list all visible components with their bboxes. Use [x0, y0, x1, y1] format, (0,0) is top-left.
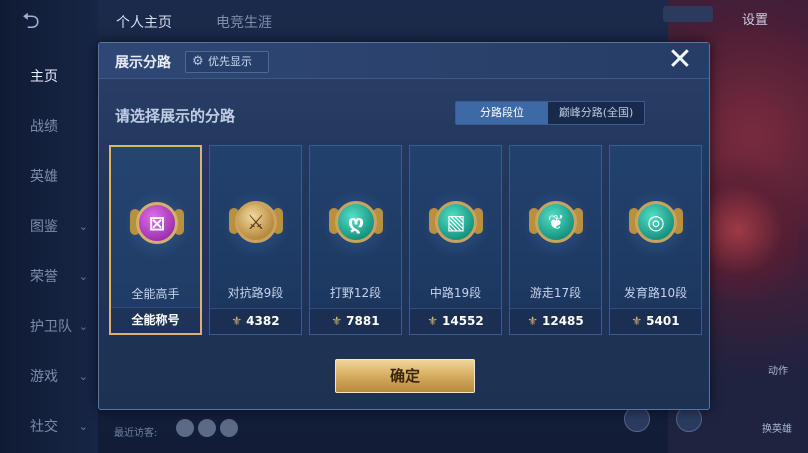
gear-icon: ⚙: [192, 54, 204, 69]
chevron-down-icon: ⌄: [78, 320, 88, 333]
lane-card-4[interactable]: ❦ 游走17段 ⚜ 12485: [509, 145, 602, 335]
lane-card-name: 游走17段: [529, 286, 582, 300]
lane-card-footer-text: 全能称号: [131, 313, 180, 327]
lane-card-footer: 全能称号: [111, 307, 200, 333]
lane-badge-icon: ❦: [535, 201, 577, 243]
lane-card-footer-text: 14552: [442, 314, 484, 328]
score-icon: ⚜: [331, 314, 343, 328]
chevron-down-icon: ⌄: [78, 270, 88, 283]
score-icon: ⚜: [231, 314, 243, 328]
lane-badge-icon: ▧: [435, 201, 477, 243]
close-icon[interactable]: ✕: [665, 45, 695, 75]
lane-card-2[interactable]: ღ 打野12段 ⚜ 7881: [309, 145, 402, 335]
confirm-button[interactable]: 确定: [335, 359, 475, 393]
lane-card-name: 中路19段: [429, 286, 482, 300]
back-arrow-icon[interactable]: ⮌: [22, 10, 70, 34]
left-navigation: ⮌ 主页战绩英雄图鉴 ⌄ 荣誉 ⌄ 护卫队 ⌄ 游戏 ⌄ 社交 ⌄: [0, 0, 98, 453]
top-status-bar: [663, 6, 713, 22]
sidebar-item-label: 荣誉: [30, 269, 58, 285]
sidebar-item-label: 英雄: [30, 169, 58, 185]
lane-card-1[interactable]: ⚔ 对抗路9段 ⚜ 4382: [209, 145, 302, 335]
lane-card-3[interactable]: ▧ 中路19段 ⚜ 14552: [409, 145, 502, 335]
lane-glyph-icon: ⊠: [148, 211, 166, 235]
chevron-down-icon: ⌄: [78, 220, 88, 233]
sidebar-item-label: 社交: [30, 419, 58, 435]
lane-card-name: 发育路10段: [623, 286, 688, 300]
score-icon: ⚜: [631, 314, 643, 328]
sidebar-item-5[interactable]: 护卫队 ⌄: [0, 312, 98, 342]
sidebar-item-1[interactable]: 战绩: [0, 112, 98, 142]
lane-card-name: 全能高手: [131, 287, 180, 301]
avatar[interactable]: [220, 419, 238, 437]
tab-esports-career[interactable]: 电竞生涯: [216, 12, 272, 32]
sidebar-item-4[interactable]: 荣誉 ⌄: [0, 262, 98, 292]
lane-badge-icon: ⊠: [136, 202, 178, 244]
action-label[interactable]: 动作: [768, 362, 788, 377]
lane-badge-icon: ღ: [335, 201, 377, 243]
modal-header: 展示分路 ⚙ 优先显示 ✕: [99, 43, 709, 79]
lane-card-footer-text: 12485: [542, 314, 584, 328]
chevron-down-icon: ⌄: [78, 370, 88, 383]
score-icon: ⚜: [427, 314, 438, 328]
lane-card-footer: ⚜ 4382: [210, 308, 301, 334]
sidebar-item-label: 图鉴: [30, 219, 58, 235]
lane-card-0[interactable]: ⊠ 全能高手全能称号: [109, 145, 202, 335]
lane-glyph-icon: ❦: [547, 210, 565, 234]
recent-visitors-label: 最近访客:: [114, 428, 158, 439]
sidebar-item-6[interactable]: 游戏 ⌄: [0, 362, 98, 392]
lane-card-footer-text: 4382: [246, 314, 280, 328]
lane-glyph-icon: ღ: [347, 210, 365, 234]
sidebar-item-label: 战绩: [30, 119, 58, 135]
recent-visitors-avatars[interactable]: [176, 419, 242, 441]
chevron-down-icon: ⌄: [78, 420, 88, 433]
lane-glyph-icon: ⚔: [247, 210, 265, 234]
lane-card-name: 对抗路9段: [227, 286, 284, 300]
sidebar-item-label: 游戏: [30, 369, 58, 385]
top-bar: 个人主页 电竞生涯 设置: [98, 0, 808, 40]
priority-display-button[interactable]: ⚙ 优先显示: [185, 51, 269, 73]
segment-peak-lane[interactable]: 巅峰分路(全国): [548, 102, 644, 124]
sidebar-item-2[interactable]: 英雄: [0, 162, 98, 192]
lane-card-footer: ⚜ 5401: [610, 308, 701, 334]
modal-title: 展示分路: [115, 55, 171, 71]
modal-subtitle: 请选择展示的分路: [115, 107, 236, 125]
lane-card-footer-text: 5401: [646, 314, 680, 328]
avatar[interactable]: [176, 419, 194, 437]
change-hero-label[interactable]: 换英雄: [762, 420, 792, 435]
priority-display-label: 优先显示: [208, 55, 252, 68]
sidebar-item-label: 主页: [30, 69, 58, 85]
score-icon: ⚜: [527, 314, 538, 328]
lane-glyph-icon: ◎: [647, 210, 665, 234]
sidebar-item-0[interactable]: 主页: [0, 62, 98, 92]
lane-card-footer: ⚜ 7881: [310, 308, 401, 334]
lane-badge-icon: ◎: [635, 201, 677, 243]
settings-button[interactable]: 设置: [742, 9, 768, 28]
lane-card-footer: ⚜ 12485: [510, 308, 601, 334]
lane-card-footer-text: 7881: [346, 314, 380, 328]
display-lane-modal: 展示分路 ⚙ 优先显示 ✕ 请选择展示的分路 分路段位 巅峰分路(全国) ⊠ 全能…: [98, 42, 710, 410]
lane-card-footer: ⚜ 14552: [410, 308, 501, 334]
tab-personal-home[interactable]: 个人主页: [116, 12, 172, 32]
sidebar-item-label: 护卫队: [30, 319, 72, 335]
sidebar-item-3[interactable]: 图鉴 ⌄: [0, 212, 98, 242]
lane-segment-control: 分路段位 巅峰分路(全国): [455, 101, 645, 125]
lane-card-5[interactable]: ◎ 发育路10段 ⚜ 5401: [609, 145, 702, 335]
lane-cards: ⊠ 全能高手 全能称号 ⚔ 对抗路9段 ⚜ 4382 ღ 打野12段 ⚜ 7881 ▧ 中路19段 ⚜ 14…: [109, 145, 703, 335]
segment-lane-rank[interactable]: 分路段位: [456, 102, 548, 124]
lane-badge-icon: ⚔: [235, 201, 277, 243]
sidebar-item-7[interactable]: 社交 ⌄: [0, 412, 98, 442]
avatar[interactable]: [198, 419, 216, 437]
lane-card-name: 打野12段: [329, 286, 382, 300]
lane-glyph-icon: ▧: [446, 210, 466, 234]
